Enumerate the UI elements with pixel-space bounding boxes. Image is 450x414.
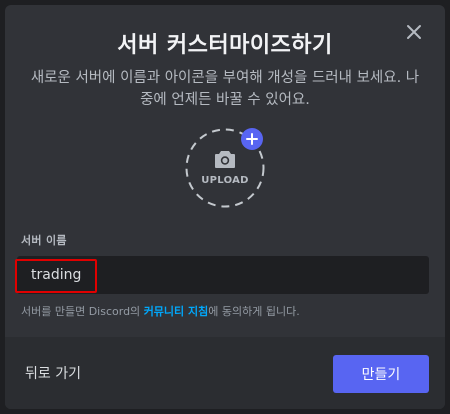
modal-subtitle: 새로운 서버에 이름과 아이콘을 부여해 개성을 드러내 보세요. 나중에 언제…: [30, 70, 420, 108]
server-name-field: [17, 256, 429, 294]
add-badge: [241, 128, 263, 150]
note-suffix: 에 동의하게 됩니다.: [208, 305, 300, 318]
guidelines-note: 서버를 만들면 Discord의 커뮤니티 지침에 동의하게 됩니다.: [21, 303, 300, 319]
upload-icon-button[interactable]: UPLOAD: [185, 128, 265, 208]
modal-footer: 뒤로 가기 만들기: [5, 337, 445, 409]
plus-icon: [246, 133, 258, 145]
upload-label: UPLOAD: [201, 175, 249, 186]
server-name-input[interactable]: [17, 256, 429, 294]
back-button[interactable]: 뒤로 가기: [25, 363, 81, 383]
camera-icon: [215, 151, 235, 168]
community-guidelines-link[interactable]: 커뮤니티 지침: [144, 305, 209, 318]
modal-title: 서버 커스터마이즈하기: [117, 33, 333, 58]
server-name-label: 서버 이름: [21, 234, 67, 247]
create-button[interactable]: 만들기: [333, 355, 429, 393]
customize-server-modal: 서버 커스터마이즈하기 새로운 서버에 이름과 아이콘을 부여해 개성을 드러내…: [5, 5, 445, 409]
note-prefix: 서버를 만들면 Discord의: [21, 305, 144, 318]
